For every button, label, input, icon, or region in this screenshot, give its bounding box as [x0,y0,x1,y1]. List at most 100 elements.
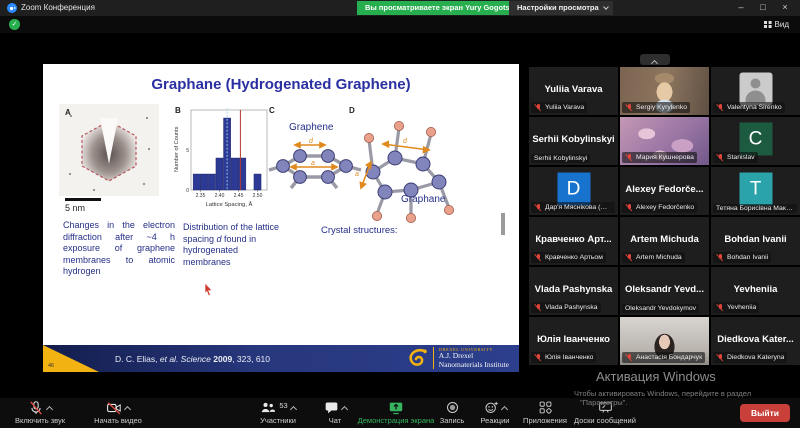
participant-tile[interactable]: Анастасія Бондарчук [620,317,709,365]
svg-text:a: a [355,171,359,178]
muted-mic-icon [28,400,44,416]
panel-label-a: A [65,108,71,117]
start-video-button[interactable]: Начать видео [80,400,156,426]
muted-mic-icon [716,303,724,312]
participant-label: Мария Кушнерова [622,152,697,163]
participant-tile[interactable]: Oleksandr Yevd... Oleksandr Yevdokymov [620,267,709,315]
close-button[interactable]: × [774,0,796,15]
citation: D. C. Elias, et al. Science 2009, 323, 6… [115,354,270,364]
participant-label: Yevheniia [713,302,759,313]
shared-slide: Graphane (Hydrogenated Graphene) A 5 nm [43,64,519,372]
meeting-toolbar: Включить звук Начать видео [0,398,800,428]
participant-label: Юлія Іванченко [531,352,596,363]
graphane-structure: d a [343,110,465,234]
camera-off-icon [106,400,122,416]
participant-tile[interactable]: D Дар'я Мяснікова (Dari... [529,167,618,215]
svg-text:2.40: 2.40 [215,193,225,199]
minimize-button[interactable]: – [730,0,752,15]
participant-tile[interactable]: Alexey Fedorče... Alexey Fedorčenko [620,167,709,215]
participant-label: Stanislav [713,152,758,163]
participant-tile[interactable]: C Stanislav [711,117,800,165]
reactions-icon [484,400,499,415]
svg-text:d: d [309,138,314,145]
lattice-spacing-histogram: 2.352.402.452.5005 Number of Counts Latt… [171,102,273,214]
svg-text:d: d [403,138,408,145]
participant-label: Yuliia Varava [531,102,587,113]
muted-mic-icon [716,353,724,362]
panel-label-b: B [175,106,181,115]
collapse-gallery-button[interactable] [640,54,670,65]
initial-avatar: T [739,173,772,206]
apps-icon [538,400,553,415]
participant-label: Oleksandr Yevdokymov [622,304,699,313]
svg-text:2.50: 2.50 [253,193,263,199]
diffraction-image-panel-a [59,104,159,196]
whiteboards-button[interactable]: Доски сообщений [572,400,638,426]
participants-icon [260,400,276,416]
caption-diffraction: Changes in the electron diffraction afte… [63,220,175,278]
zoom-app-icon [7,3,17,13]
view-settings-button[interactable]: Настройки просмотра [509,1,613,15]
chevron-up-icon[interactable] [124,405,131,412]
window-title: Zoom Конференция [21,3,95,12]
encryption-shield-icon[interactable]: ✓ [9,19,20,30]
title-bar: Zoom Конференция Вы просматриваете экран… [0,0,800,16]
chevron-up-icon[interactable] [340,405,347,412]
participant-tile[interactable]: Valentyna Sirenko [711,67,800,115]
chevron-up-icon[interactable] [46,405,53,412]
participant-tile[interactable]: Diedkova Kater... Diedkova Kateryna [711,317,800,365]
participant-gallery: Yuliia Varava Yuliia Varava Sergiy Kyryl… [529,67,800,365]
participant-tile[interactable]: Serhii Kobylinskyi Serhii Kobylinskyi [529,117,618,165]
participant-label: Alexey Fedorčenko [622,202,697,213]
participant-tile[interactable]: Мария Кушнерова [620,117,709,165]
muted-mic-icon [625,353,633,362]
slide-footer: 46 D. C. Elias, et al. Science 2009, 323… [43,345,519,372]
graphene-label: Graphene [289,122,333,133]
participant-tile[interactable]: Yevheniia Yevheniia [711,267,800,315]
restore-button[interactable]: □ [752,0,774,15]
svg-text:a: a [311,160,315,167]
participant-label: Bohdan Ivanii [713,252,771,263]
muted-mic-icon [625,253,633,262]
participant-tile[interactable]: Bohdan Ivanii Bohdan Ivanii [711,217,800,265]
muted-mic-icon [625,203,633,212]
svg-text:5: 5 [186,148,189,154]
whiteboard-icon [598,400,613,415]
chat-button[interactable]: Чат [314,400,356,426]
participants-count: 53 [279,401,287,410]
scale-bar [65,198,101,201]
unmute-button[interactable]: Включить звук [2,400,78,426]
participant-tile[interactable]: Artem Michuda Artem Michuda [620,217,709,265]
participant-label: Анастасія Бондарчук [622,352,705,363]
avatar-placeholder-icon [739,73,772,106]
zoom-meeting-window: Zoom Конференция Вы просматриваете экран… [0,0,800,428]
graphane-label: Graphane [401,194,445,205]
initial-avatar: C [739,123,772,156]
leave-meeting-button[interactable]: Выйти [740,404,790,422]
reactions-button[interactable]: Реакции [472,400,518,426]
scrollbar[interactable] [501,213,505,235]
share-screen-button[interactable]: Демонстрация экрана [352,400,440,426]
participant-tile[interactable]: Sergiy Kyrylenko [620,67,709,115]
chevron-down-icon [603,4,609,10]
meeting-top-bar: ✓ Вид [0,16,800,33]
participant-label: Valentyna Sirenko [713,102,785,113]
participants-button[interactable]: 53 Участники [245,400,311,426]
svg-text:2.35: 2.35 [196,193,206,199]
muted-mic-icon [716,103,724,112]
participant-tile[interactable]: T Тетяна Борисівна Макарова [711,167,800,215]
record-button[interactable]: Запись [432,400,472,426]
grid-view-icon [764,21,772,29]
participant-tile[interactable]: Кравченко Арт... Кравченко Артьом [529,217,618,265]
participant-tile[interactable]: Yuliia Varava Yuliia Varava [529,67,618,115]
muted-mic-icon [534,103,542,112]
share-screen-icon [388,400,404,416]
meeting-stage: Graphane (Hydrogenated Graphene) A 5 nm [0,33,800,398]
svg-text:0: 0 [186,188,189,194]
apps-button[interactable]: Приложения [520,400,570,426]
view-button[interactable]: Вид [761,18,792,31]
participant-tile[interactable]: Vlada Pashynska Vlada Pashynska [529,267,618,315]
chevron-up-icon[interactable] [500,405,507,412]
participant-tile[interactable]: Юлія Іванченко Юлія Іванченко [529,317,618,365]
chevron-up-icon[interactable] [290,405,297,412]
